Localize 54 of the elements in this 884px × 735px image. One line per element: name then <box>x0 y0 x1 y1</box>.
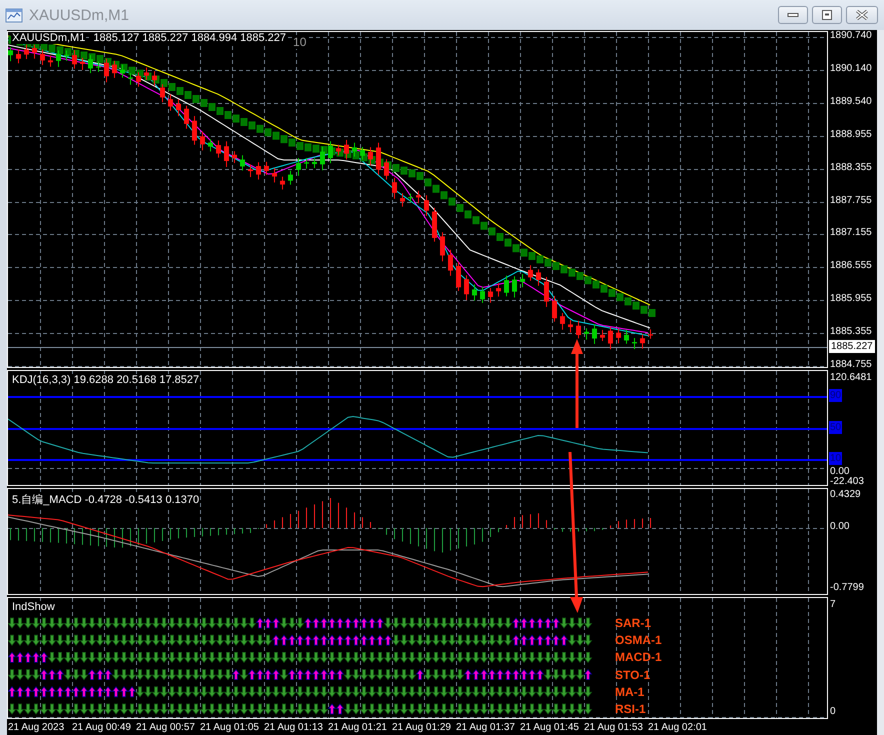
axis-label: 1887.755 <box>830 194 872 206</box>
restore-button[interactable] <box>812 6 842 24</box>
axis-label: 1884.755 <box>830 358 872 371</box>
time-label: 21 Aug 01:29 <box>392 721 452 735</box>
indicator-label: MA-1 <box>615 684 644 700</box>
time-label: 21 Aug 2023 <box>8 721 66 735</box>
axis-label: 0 <box>830 705 836 718</box>
minimize-icon <box>787 13 799 17</box>
time-label: 21 Aug 01:45 <box>520 721 580 735</box>
time-label: 21 Aug 01:37 <box>456 721 516 735</box>
symbol-label: XAUUSDm,M1 <box>11 32 86 44</box>
window-title: XAUUSDm,M1 <box>29 6 130 24</box>
minimize-button[interactable] <box>778 6 808 24</box>
axis-label: 1890.140 <box>830 62 872 75</box>
level-label: 50 <box>829 421 842 434</box>
axis-label: 1885.955 <box>830 292 872 306</box>
time-label: 21 Aug 00:57 <box>136 721 196 735</box>
axis-label: 0.00 <box>830 465 850 477</box>
axis-label: 1886.555 <box>830 259 872 272</box>
marker-label: 10 <box>293 35 306 49</box>
axis-label: 1888.355 <box>830 160 872 174</box>
indicator-title: IndShow <box>11 601 56 613</box>
axis-label: 120.6481 <box>830 371 872 384</box>
indicator-title: KDJ(16,3,3) 19.6288 20.5168 17.8527 <box>11 374 200 386</box>
current-price-label: 1885.227 <box>829 340 875 353</box>
time-label: 21 Aug 01:53 <box>584 721 644 735</box>
axis-label: -22.403 <box>830 475 864 488</box>
axis-label: -0.7799 <box>830 581 864 594</box>
indicator-title: 5.自编_MACD -0.4728 -0.5413 0.1370 <box>11 492 200 507</box>
time-label: 21 Aug 00:49 <box>72 721 132 735</box>
time-label: 21 Aug 01:05 <box>200 721 260 735</box>
window-icon <box>5 7 23 23</box>
axis-label: 1888.955 <box>830 128 872 141</box>
time-label: 21 Aug 02:01 <box>648 721 708 735</box>
axis-label: 1890.740 <box>830 29 872 42</box>
restore-icon <box>822 10 832 20</box>
close-button[interactable] <box>846 6 878 24</box>
indicator-label: MACD-1 <box>615 649 662 666</box>
axis-label: 7 <box>830 598 836 611</box>
indicator-label: STO-1 <box>615 666 650 683</box>
time-label: 21 Aug 01:13 <box>264 721 324 735</box>
axis-label: 0.00 <box>830 520 850 533</box>
indicator-label: RSI-1 <box>615 701 646 717</box>
axis-label: 1889.540 <box>830 94 872 108</box>
axis-label: 0.4329 <box>830 488 861 501</box>
ohlc-readout: 1885.127 1885.227 1884.994 1885.227 <box>92 32 288 44</box>
time-label: 21 Aug 01:21 <box>328 721 388 735</box>
indicator-label: OSMA-1 <box>615 632 662 648</box>
level-label: 90 <box>829 389 842 402</box>
axis-label: 1885.355 <box>830 325 872 338</box>
axis-label: 1887.155 <box>830 226 872 240</box>
close-icon <box>855 10 869 20</box>
indicator-label: SAR-1 <box>615 615 652 631</box>
level-label: 10 <box>829 452 842 465</box>
